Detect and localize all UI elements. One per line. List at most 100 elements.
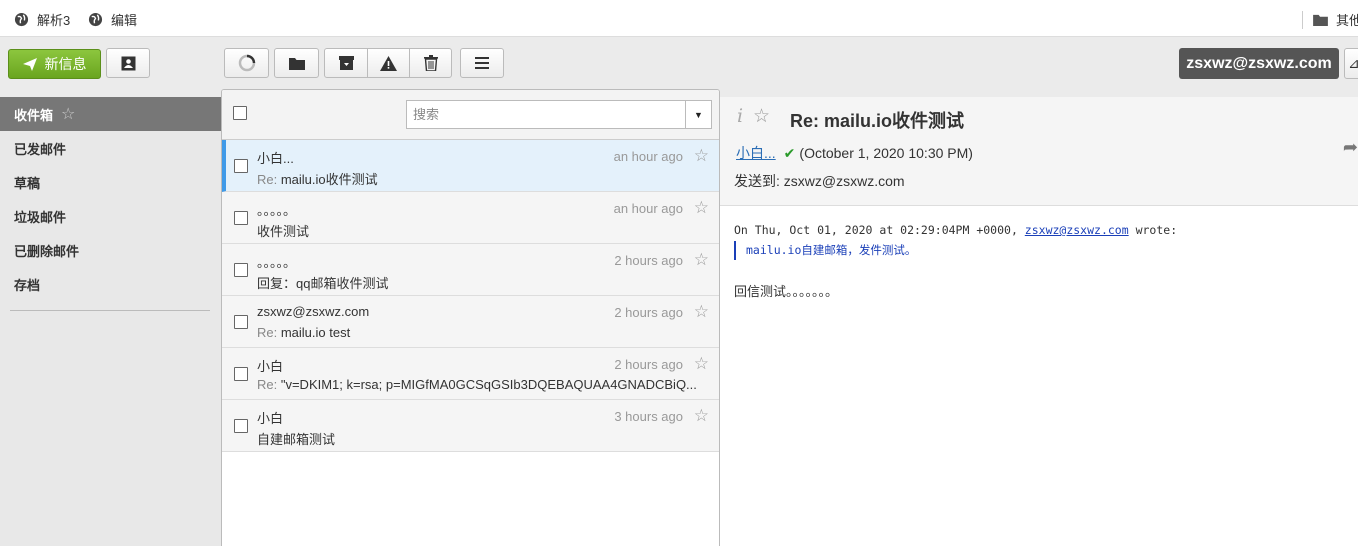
message-date: 3 hours ago — [614, 409, 683, 424]
message-date: 2 hours ago — [614, 357, 683, 372]
message-subject: Re: mailu.io test — [257, 325, 707, 340]
folder-archive[interactable]: 存档 — [0, 267, 221, 301]
star-icon[interactable]: ☆ — [694, 406, 709, 426]
subject-text: 自建邮箱测试 — [257, 432, 336, 447]
bookmarks-bar: 解析3 编辑 其他 — [0, 0, 1358, 37]
folder-spam[interactable]: 垃圾邮件 — [0, 199, 221, 233]
message-row[interactable]: 小白 Re: "v=DKIM1; k=rsa; p=MIGfMA0GCSqGSI… — [222, 348, 719, 400]
search-input[interactable] — [407, 101, 685, 128]
message-row[interactable]: 小白... Re: mailu.io收件测试 an hour ago ☆ — [222, 140, 719, 192]
folder-label: 草稿 — [14, 175, 41, 191]
message-checkbox[interactable] — [234, 159, 248, 173]
bookmark-item[interactable]: 编辑 — [88, 10, 137, 29]
warning-icon — [380, 55, 397, 71]
info-icon[interactable]: i — [737, 105, 743, 127]
message-subject-title: Re: mailu.io收件测试 — [790, 111, 965, 131]
search-options-button[interactable]: ▼ — [685, 101, 711, 128]
archive-icon — [338, 56, 354, 70]
globe-icon — [88, 12, 103, 27]
recipient-address: zsxwz@zsxwz.com — [783, 173, 905, 189]
quote-email-link[interactable]: zsxwz@zsxwz.com — [1025, 223, 1129, 237]
message-subject: 收件测试 — [257, 221, 707, 240]
select-all-checkbox[interactable] — [233, 106, 247, 120]
message-subject: Re: "v=DKIM1; k=rsa; p=MIGfMA0GCSqGSIb3D… — [257, 377, 707, 392]
quoted-text: mailu.io自建邮箱，发件测试。 — [734, 241, 916, 260]
reply-prefix: Re: — [257, 377, 281, 392]
folder-label: 垃圾邮件 — [14, 209, 67, 225]
recipient-label: 发送到: — [734, 173, 780, 189]
sidebar-divider — [10, 310, 210, 311]
message-row[interactable]: 。。。。。 回复：qq邮箱收件测试 2 hours ago ☆ — [222, 244, 719, 296]
folder-sent[interactable]: 已发邮件 — [0, 131, 221, 165]
sender-link[interactable]: 小白... — [736, 143, 776, 163]
archive-button[interactable] — [324, 48, 368, 78]
compose-label: 新信息 — [44, 56, 87, 72]
message-date: an hour ago — [613, 201, 683, 216]
message-subject: Re: mailu.io收件测试 — [257, 169, 707, 188]
message-checkbox[interactable] — [234, 419, 248, 433]
account-button[interactable]: zsxwz@zsxwz.com — [1179, 48, 1339, 79]
folder-inbox[interactable]: 收件箱 ☆ — [0, 97, 221, 131]
message-from: 。。。。。 — [257, 203, 297, 218]
message-date: an hour ago — [613, 149, 683, 164]
reply-prefix: Re: — [257, 172, 281, 187]
star-icon[interactable]: ☆ — [694, 250, 709, 270]
message-from: 小白 — [257, 411, 284, 426]
verified-check-icon: ✔ — [783, 144, 796, 161]
quote-attribution: On Thu, Oct 01, 2020 at 02:29:04PM +0000… — [734, 223, 1177, 237]
reply-icon[interactable]: ➦ — [1343, 137, 1358, 158]
message-sender-line: 小白... ✔ (October 1, 2020 10:30 PM) — [736, 143, 973, 163]
other-bookmarks[interactable]: 其他 — [1302, 10, 1358, 29]
message-row[interactable]: 小白 自建邮箱测试 3 hours ago ☆ — [222, 400, 719, 452]
star-icon[interactable]: ☆ — [694, 354, 709, 374]
message-subject: 回复：qq邮箱收件测试 — [257, 273, 707, 292]
star-icon[interactable]: ☆ — [694, 146, 709, 166]
refresh-button[interactable] — [224, 48, 269, 78]
compose-button[interactable]: 新信息 — [8, 49, 101, 79]
move-button[interactable] — [274, 48, 319, 78]
menu-icon — [475, 57, 489, 69]
message-reader: i ☆ Re: mailu.io收件测试 小白... ✔ (October 1,… — [720, 97, 1358, 546]
delete-button[interactable] — [409, 48, 452, 78]
toolbar — [0, 37, 1358, 97]
bookmark-item[interactable]: 解析3 — [14, 10, 70, 29]
contact-card-icon — [121, 56, 135, 70]
reply-prefix: Re: — [257, 325, 281, 340]
message-body: 回信测试。。。。。。。 — [734, 284, 839, 299]
bookmark-label: 解析3 — [37, 13, 71, 28]
star-icon[interactable]: ☆ — [694, 302, 709, 322]
star-icon[interactable]: ☆ — [61, 104, 75, 124]
message-row[interactable]: 。。。。。 收件测试 an hour ago ☆ — [222, 192, 719, 244]
message-from: 小白... — [257, 151, 294, 166]
folder-trash[interactable]: 已删除邮件 — [0, 233, 221, 267]
folder-label: 收件箱 — [14, 107, 54, 123]
message-checkbox[interactable] — [234, 367, 248, 381]
star-icon[interactable]: ☆ — [753, 105, 770, 128]
account-dropdown-button[interactable]: ⊿ — [1344, 48, 1358, 79]
search-box: ▼ — [406, 100, 712, 129]
folder-icon — [288, 57, 305, 70]
message-date-full: (October 1, 2020 10:30 PM) — [799, 145, 973, 161]
folder-drafts[interactable]: 草稿 — [0, 165, 221, 199]
message-from: 。。。。。 — [257, 255, 297, 270]
message-date: 2 hours ago — [614, 305, 683, 320]
subject-text: mailu.io test — [280, 325, 351, 340]
star-icon[interactable]: ☆ — [694, 198, 709, 218]
subject-text: 收件测试 — [257, 224, 310, 239]
bookmark-label: 编辑 — [111, 13, 138, 28]
folder-label: 已删除邮件 — [14, 243, 80, 259]
subject-text: 回复：qq邮箱收件测试 — [257, 276, 389, 291]
menu-button[interactable] — [460, 48, 504, 78]
contacts-button[interactable] — [106, 48, 150, 78]
message-checkbox[interactable] — [234, 263, 248, 277]
refresh-icon — [238, 54, 255, 72]
trash-icon — [423, 55, 438, 71]
message-checkbox[interactable] — [234, 211, 248, 225]
message-actions-group — [324, 48, 452, 78]
message-checkbox[interactable] — [234, 315, 248, 329]
quote-intro: On Thu, Oct 01, 2020 at 02:29:04PM +0000… — [734, 223, 1025, 237]
send-icon — [22, 57, 37, 71]
spam-button[interactable] — [367, 48, 410, 78]
message-row[interactable]: zsxwz@zsxwz.com Re: mailu.io test 2 hour… — [222, 296, 719, 348]
message-list-header: ▼ — [222, 90, 719, 140]
